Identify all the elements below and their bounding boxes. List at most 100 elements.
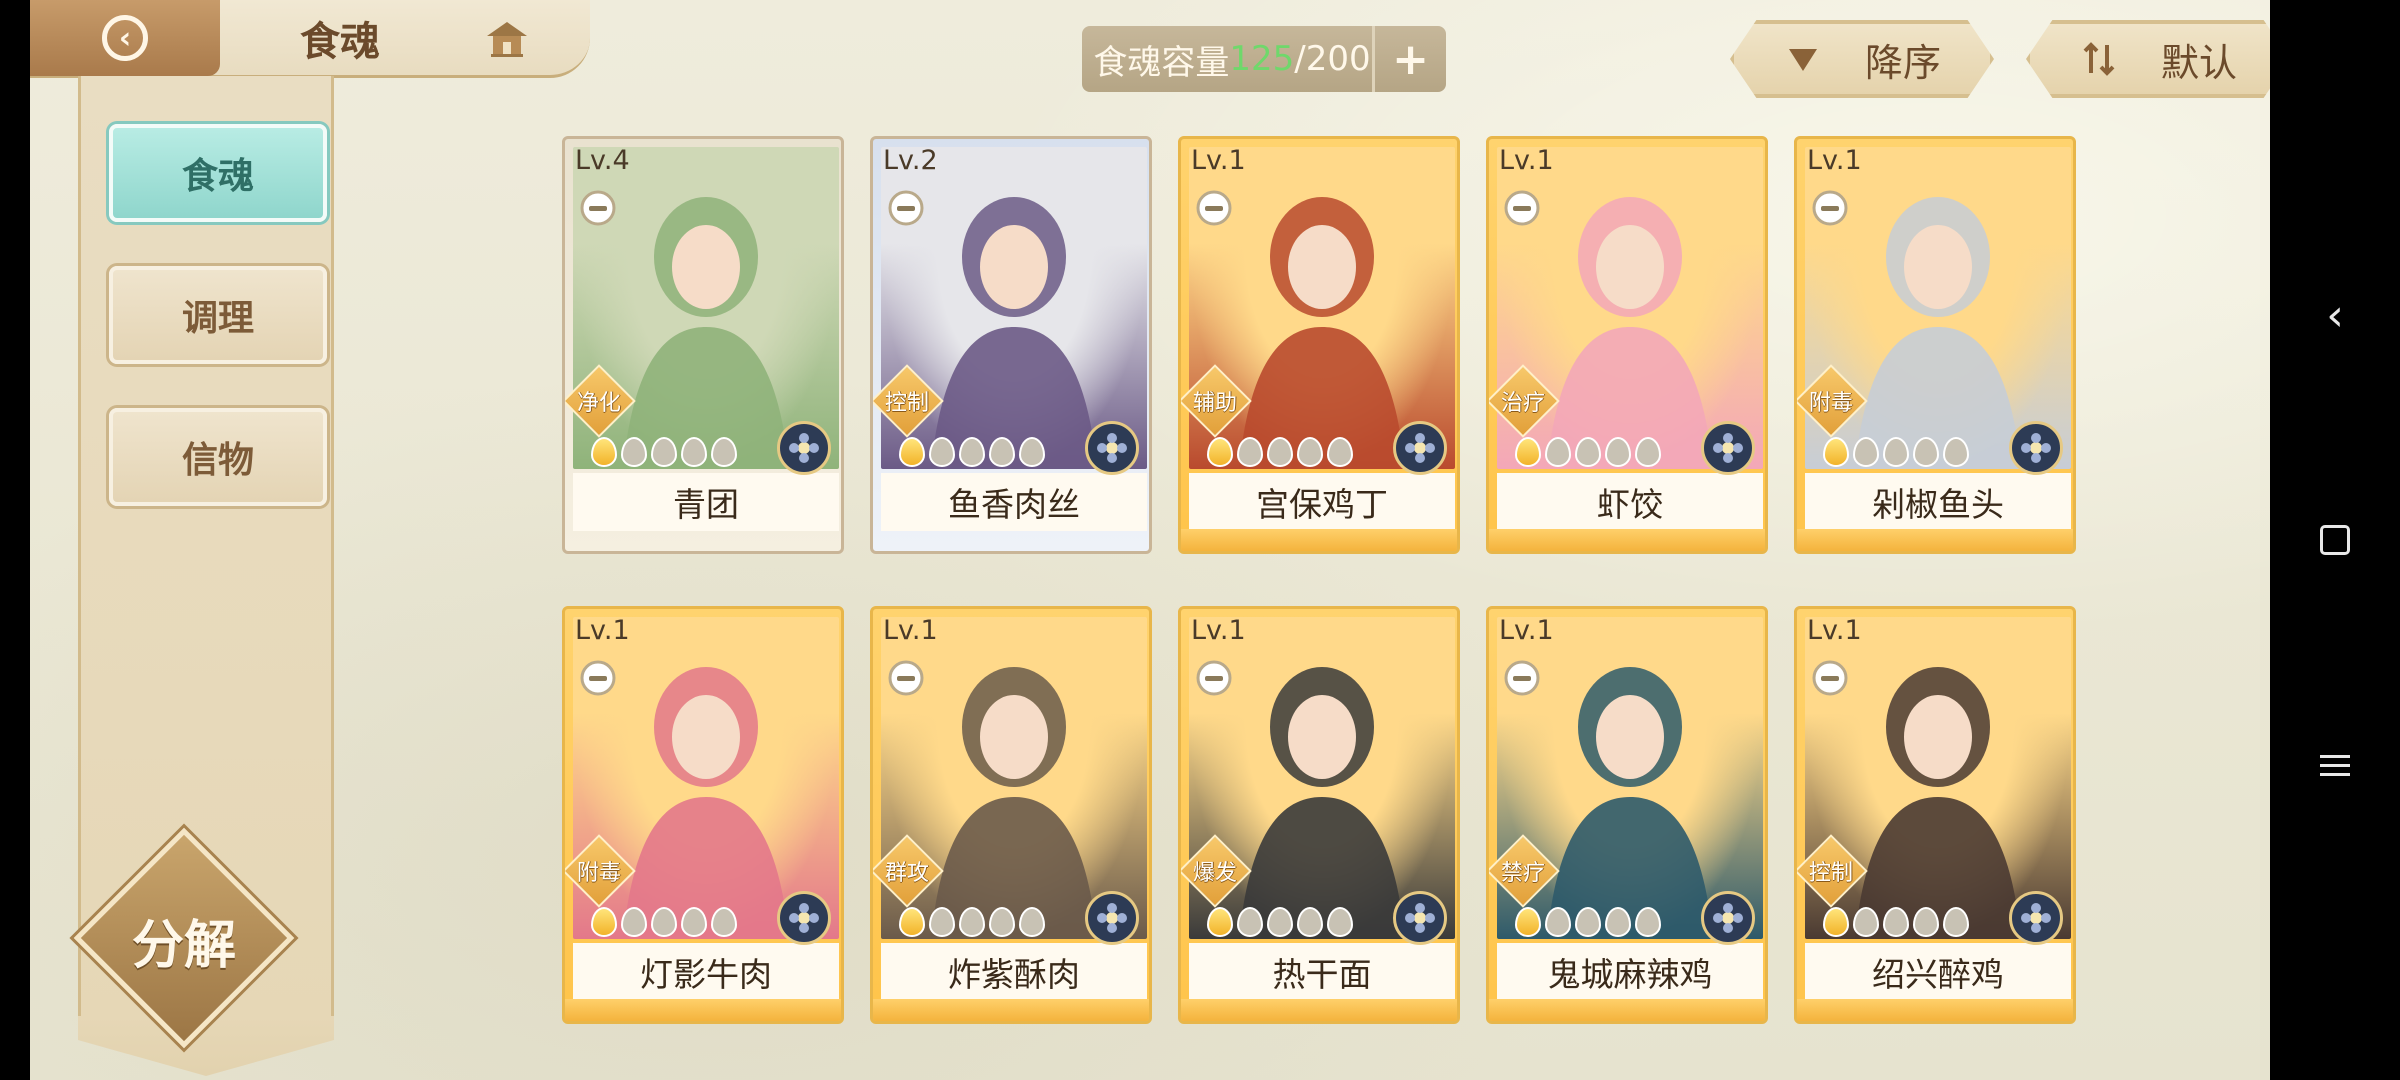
role-badge: 爆发	[1181, 834, 1252, 908]
lock-slot-icon[interactable]	[1811, 189, 1849, 227]
lock-slot-icon[interactable]	[887, 189, 925, 227]
role-label: 治疗	[1500, 391, 1545, 416]
system-nav-bar: ‹	[2270, 0, 2400, 1080]
tab-cooking[interactable]: 调理	[109, 266, 327, 364]
star-drop-icon	[1853, 437, 1879, 467]
capacity-label: 食魂容量	[1093, 42, 1230, 83]
star-drop-icon	[1635, 437, 1661, 467]
header-tab: ‹ 食魂	[30, 0, 590, 78]
expand-capacity-button[interactable]: +	[1372, 26, 1446, 92]
star-rating	[591, 437, 737, 471]
flower-icon	[1393, 891, 1447, 945]
star-drop-icon	[1267, 907, 1293, 937]
star-drop-icon	[651, 437, 677, 467]
role-badge: 辅助	[1181, 364, 1252, 438]
food-soul-card[interactable]: Lv.4 净化 青团	[562, 136, 844, 554]
star-drop-icon	[711, 907, 737, 937]
card-bottom-strip	[565, 529, 841, 551]
level-label: Lv.1	[575, 615, 630, 646]
star-drop-icon	[1207, 907, 1233, 937]
star-drop-icon	[591, 437, 617, 467]
star-drop-icon	[989, 907, 1015, 937]
star-drop-icon	[1019, 907, 1045, 937]
star-drop-icon	[1545, 907, 1571, 937]
flower-icon	[2009, 891, 2063, 945]
lock-slot-icon[interactable]	[1811, 659, 1849, 697]
star-rating	[1823, 907, 1969, 941]
star-drop-icon	[621, 437, 647, 467]
tab-tokens[interactable]: 信物	[109, 408, 327, 506]
leaf-icon	[1393, 421, 1447, 475]
star-drop-icon	[1635, 907, 1661, 937]
food-soul-card[interactable]: Lv.1 爆发 热干面	[1178, 606, 1460, 1024]
star-drop-icon	[1883, 437, 1909, 467]
role-label: 群攻	[884, 861, 929, 886]
star-drop-icon	[1297, 437, 1323, 467]
role-label: 附毒	[576, 861, 621, 886]
level-label: Lv.1	[883, 615, 938, 646]
role-badge: 控制	[1797, 834, 1868, 908]
star-drop-icon	[1515, 907, 1541, 937]
sort-order-button[interactable]: 降序	[1730, 20, 1994, 98]
capacity-max: /200	[1294, 39, 1371, 79]
food-soul-name: 炸紫酥肉	[881, 943, 1147, 1001]
flame-icon	[1701, 891, 1755, 945]
star-rating	[1207, 437, 1353, 471]
food-soul-name: 灯影牛肉	[573, 943, 839, 1001]
tab-food-souls[interactable]: 食魂	[109, 124, 327, 222]
system-home-icon[interactable]	[2270, 495, 2400, 585]
card-bottom-strip	[1797, 529, 2073, 551]
star-drop-icon	[1327, 907, 1353, 937]
star-drop-icon	[1913, 907, 1939, 937]
star-drop-icon	[1823, 437, 1849, 467]
capacity-bar: 食魂容量 125 /200 +	[1082, 26, 1446, 92]
capacity-text: 食魂容量 125 /200	[1082, 26, 1382, 92]
food-soul-card[interactable]: Lv.1 控制 绍兴醉鸡	[1794, 606, 2076, 1024]
role-label: 辅助	[1192, 391, 1237, 416]
role-badge: 净化	[565, 364, 636, 438]
sort-order-label: 降序	[1864, 40, 1941, 85]
food-soul-card[interactable]: Lv.1 辅助 宫保鸡丁	[1178, 136, 1460, 554]
star-rating	[1207, 907, 1353, 941]
star-drop-icon	[959, 907, 985, 937]
sort-default-button[interactable]: 默认	[2026, 20, 2270, 98]
star-drop-icon	[1207, 437, 1233, 467]
food-soul-card[interactable]: Lv.1 禁疗 鬼城麻辣鸡	[1486, 606, 1768, 1024]
food-soul-name: 宫保鸡丁	[1189, 473, 1455, 531]
star-drop-icon	[959, 437, 985, 467]
food-soul-name: 虾饺	[1497, 473, 1763, 531]
food-soul-name: 青团	[573, 473, 839, 531]
lock-slot-icon[interactable]	[887, 659, 925, 697]
card-bottom-strip	[565, 999, 841, 1021]
capacity-current: 125	[1229, 39, 1295, 79]
star-drop-icon	[989, 437, 1015, 467]
food-soul-card[interactable]: Lv.1 治疗 虾饺	[1486, 136, 1768, 554]
system-menu-icon[interactable]	[2270, 720, 2400, 810]
role-label: 禁疗	[1500, 861, 1545, 886]
lock-slot-icon[interactable]	[579, 189, 617, 227]
lock-slot-icon[interactable]	[1195, 659, 1233, 697]
star-drop-icon	[1605, 907, 1631, 937]
home-icon[interactable]	[485, 18, 529, 58]
back-button[interactable]: ‹	[30, 0, 220, 76]
lock-slot-icon[interactable]	[1503, 659, 1541, 697]
food-soul-name: 绍兴醉鸡	[1805, 943, 2071, 1001]
decompose-label[interactable]: 分解	[86, 895, 282, 985]
food-soul-name: 鬼城麻辣鸡	[1497, 943, 1763, 1001]
lock-slot-icon[interactable]	[1503, 189, 1541, 227]
lock-slot-icon[interactable]	[1195, 189, 1233, 227]
game-viewport: ‹ 食魂 食魂 调理 信物 分解 食魂容量 125 /200 + 降序 默认 L…	[30, 0, 2270, 1080]
food-soul-card[interactable]: Lv.2 控制 鱼香肉丝	[870, 136, 1152, 554]
lock-slot-icon[interactable]	[579, 659, 617, 697]
food-soul-card[interactable]: Lv.1 群攻 炸紫酥肉	[870, 606, 1152, 1024]
star-drop-icon	[1943, 907, 1969, 937]
food-soul-card[interactable]: Lv.1 附毒 灯影牛肉	[562, 606, 844, 1024]
star-drop-icon	[1883, 907, 1909, 937]
star-drop-icon	[711, 437, 737, 467]
star-rating	[1515, 437, 1661, 471]
food-soul-name: 鱼香肉丝	[881, 473, 1147, 531]
system-back-icon[interactable]: ‹	[2270, 270, 2400, 360]
level-label: Lv.1	[1191, 145, 1246, 176]
level-label: Lv.1	[1499, 145, 1554, 176]
food-soul-card[interactable]: Lv.1 附毒 剁椒鱼头	[1794, 136, 2076, 554]
